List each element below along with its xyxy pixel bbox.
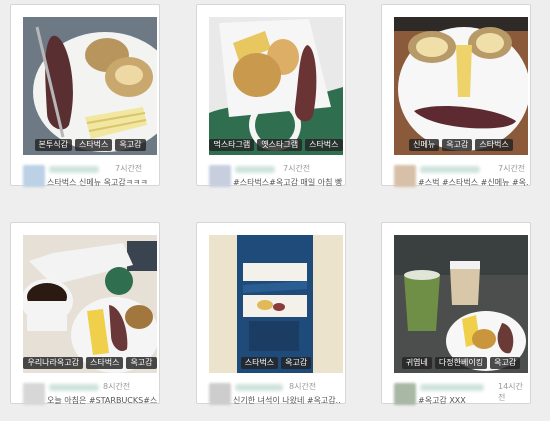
hashtag-chip[interactable]: 귀엽네 [401,357,432,369]
post-card[interactable]: 스타벅스 옥고감 8시간전 신기한 녀석이 나왔네 #옥고감.. [196,222,346,405]
avatar[interactable] [23,165,45,187]
tag-list: 우리나라옥고감 스타벅스 옥고감 [23,357,157,369]
post-meta: 7시간전 #스벅 #스타벅스 #신메뉴 #옥.. [394,161,528,193]
username-blurred[interactable] [420,384,484,391]
post-card[interactable]: 신메뉴 옥고감 스타벅스 7시간전 #스벅 #스타벅스 #신메뉴 #옥.. [381,4,531,187]
post-card[interactable]: 본투식감 스타벅스 옥고감 7시간전 스타벅스 신메뉴 옥고감ㅋㅋㅋ [10,4,160,187]
username-blurred[interactable] [49,384,99,391]
hashtag-chip[interactable]: 스타벅스 [85,357,124,369]
post-caption: #스타벅스#옥고감 매일 아침 빵.. [233,178,343,187]
tag-list: 귀엽네 다정한베이킹 옥고감 [394,357,528,369]
post-card[interactable]: 귀엽네 다정한베이킹 옥고감 14시간전 #옥고감 ⅩⅩⅩ [381,222,531,405]
post-caption: 스타벅스 신메뉴 옥고감ㅋㅋㅋ [47,178,148,187]
hashtag-chip[interactable]: 옥고감 [281,357,312,369]
hashtag-chip[interactable]: 옥고감 [490,357,521,369]
food-photo [209,235,343,373]
avatar[interactable] [394,383,416,405]
hashtag-chip[interactable]: 옥고감 [442,139,473,151]
post-caption: #옥고감 ⅩⅩⅩ [418,396,466,405]
post-thumbnail[interactable]: 신메뉴 옥고감 스타벅스 [394,17,528,155]
username-blurred[interactable] [235,384,283,391]
food-photo [394,235,528,373]
hashtag-chip[interactable]: 본투식감 [34,139,72,151]
food-photo [394,17,528,155]
post-time: 8시간전 [103,382,131,391]
hashtag-chip[interactable]: 우리나라옥고감 [23,357,83,369]
food-photo [23,17,157,155]
post-thumbnail[interactable]: 본투식감 스타벅스 옥고감 [23,17,157,155]
avatar[interactable] [209,383,231,405]
post-meta: 8시간전 오늘 아침은 #STARBUCKS#스.. [23,379,157,411]
hashtag-chip[interactable]: 옛스타그램 [257,139,303,151]
username-blurred[interactable] [235,166,275,173]
post-time: 7시간전 [283,164,311,173]
post-time: 7시간전 [498,164,526,173]
post-caption: 신기한 녀석이 나왔네 #옥고감.. [233,396,341,405]
hashtag-chip[interactable]: 먹스타그램 [209,139,255,151]
tag-list: 스타벅스 옥고감 [209,357,343,369]
hashtag-chip[interactable]: 스타벅스 [475,139,513,151]
post-caption: 오늘 아침은 #STARBUCKS#스.. [47,396,157,405]
post-card[interactable]: 우리나라옥고감 스타벅스 옥고감 8시간전 오늘 아침은 #STARBUCKS#… [10,222,160,405]
post-meta: 14시간전 #옥고감 ⅩⅩⅩ [394,379,528,411]
post-meta: 7시간전 #스타벅스#옥고감 매일 아침 빵.. [209,161,343,193]
hashtag-chip[interactable]: 옥고감 [115,139,146,151]
post-time: 8시간전 [289,382,317,391]
post-thumbnail[interactable]: 귀엽네 다정한베이킹 옥고감 [394,235,528,373]
username-blurred[interactable] [420,166,480,173]
tag-list: 신메뉴 옥고감 스타벅스 [394,139,528,151]
tag-list: 본투식감 스타벅스 옥고감 [23,139,157,151]
post-thumbnail[interactable]: 우리나라옥고감 스타벅스 옥고감 [23,235,157,373]
avatar[interactable] [23,383,45,405]
username-blurred[interactable] [49,166,99,173]
hashtag-chip[interactable]: 스타벅스 [240,357,279,369]
tag-list: 먹스타그램 옛스타그램 스타벅스 [209,139,343,151]
avatar[interactable] [209,165,231,187]
post-meta: 7시간전 스타벅스 신메뉴 옥고감ㅋㅋㅋ [23,161,157,193]
hashtag-chip[interactable]: 스타벅스 [74,139,113,151]
post-caption: #스벅 #스타벅스 #신메뉴 #옥.. [418,178,528,187]
post-thumbnail[interactable]: 스타벅스 옥고감 [209,235,343,373]
food-photo [209,17,343,155]
avatar[interactable] [394,165,416,187]
hashtag-chip[interactable]: 다정한베이킹 [434,357,488,369]
food-photo [23,235,157,373]
hashtag-chip[interactable]: 신메뉴 [409,139,440,151]
post-thumbnail[interactable]: 먹스타그램 옛스타그램 스타벅스 [209,17,343,155]
hashtag-chip[interactable]: 스타벅스 [305,139,343,151]
hashtag-chip[interactable]: 옥고감 [126,357,157,369]
post-card[interactable]: 먹스타그램 옛스타그램 스타벅스 7시간전 #스타벅스#옥고감 매일 아침 빵.… [196,4,346,187]
post-time: 7시간전 [115,164,143,173]
post-meta: 8시간전 신기한 녀석이 나왔네 #옥고감.. [209,379,343,411]
